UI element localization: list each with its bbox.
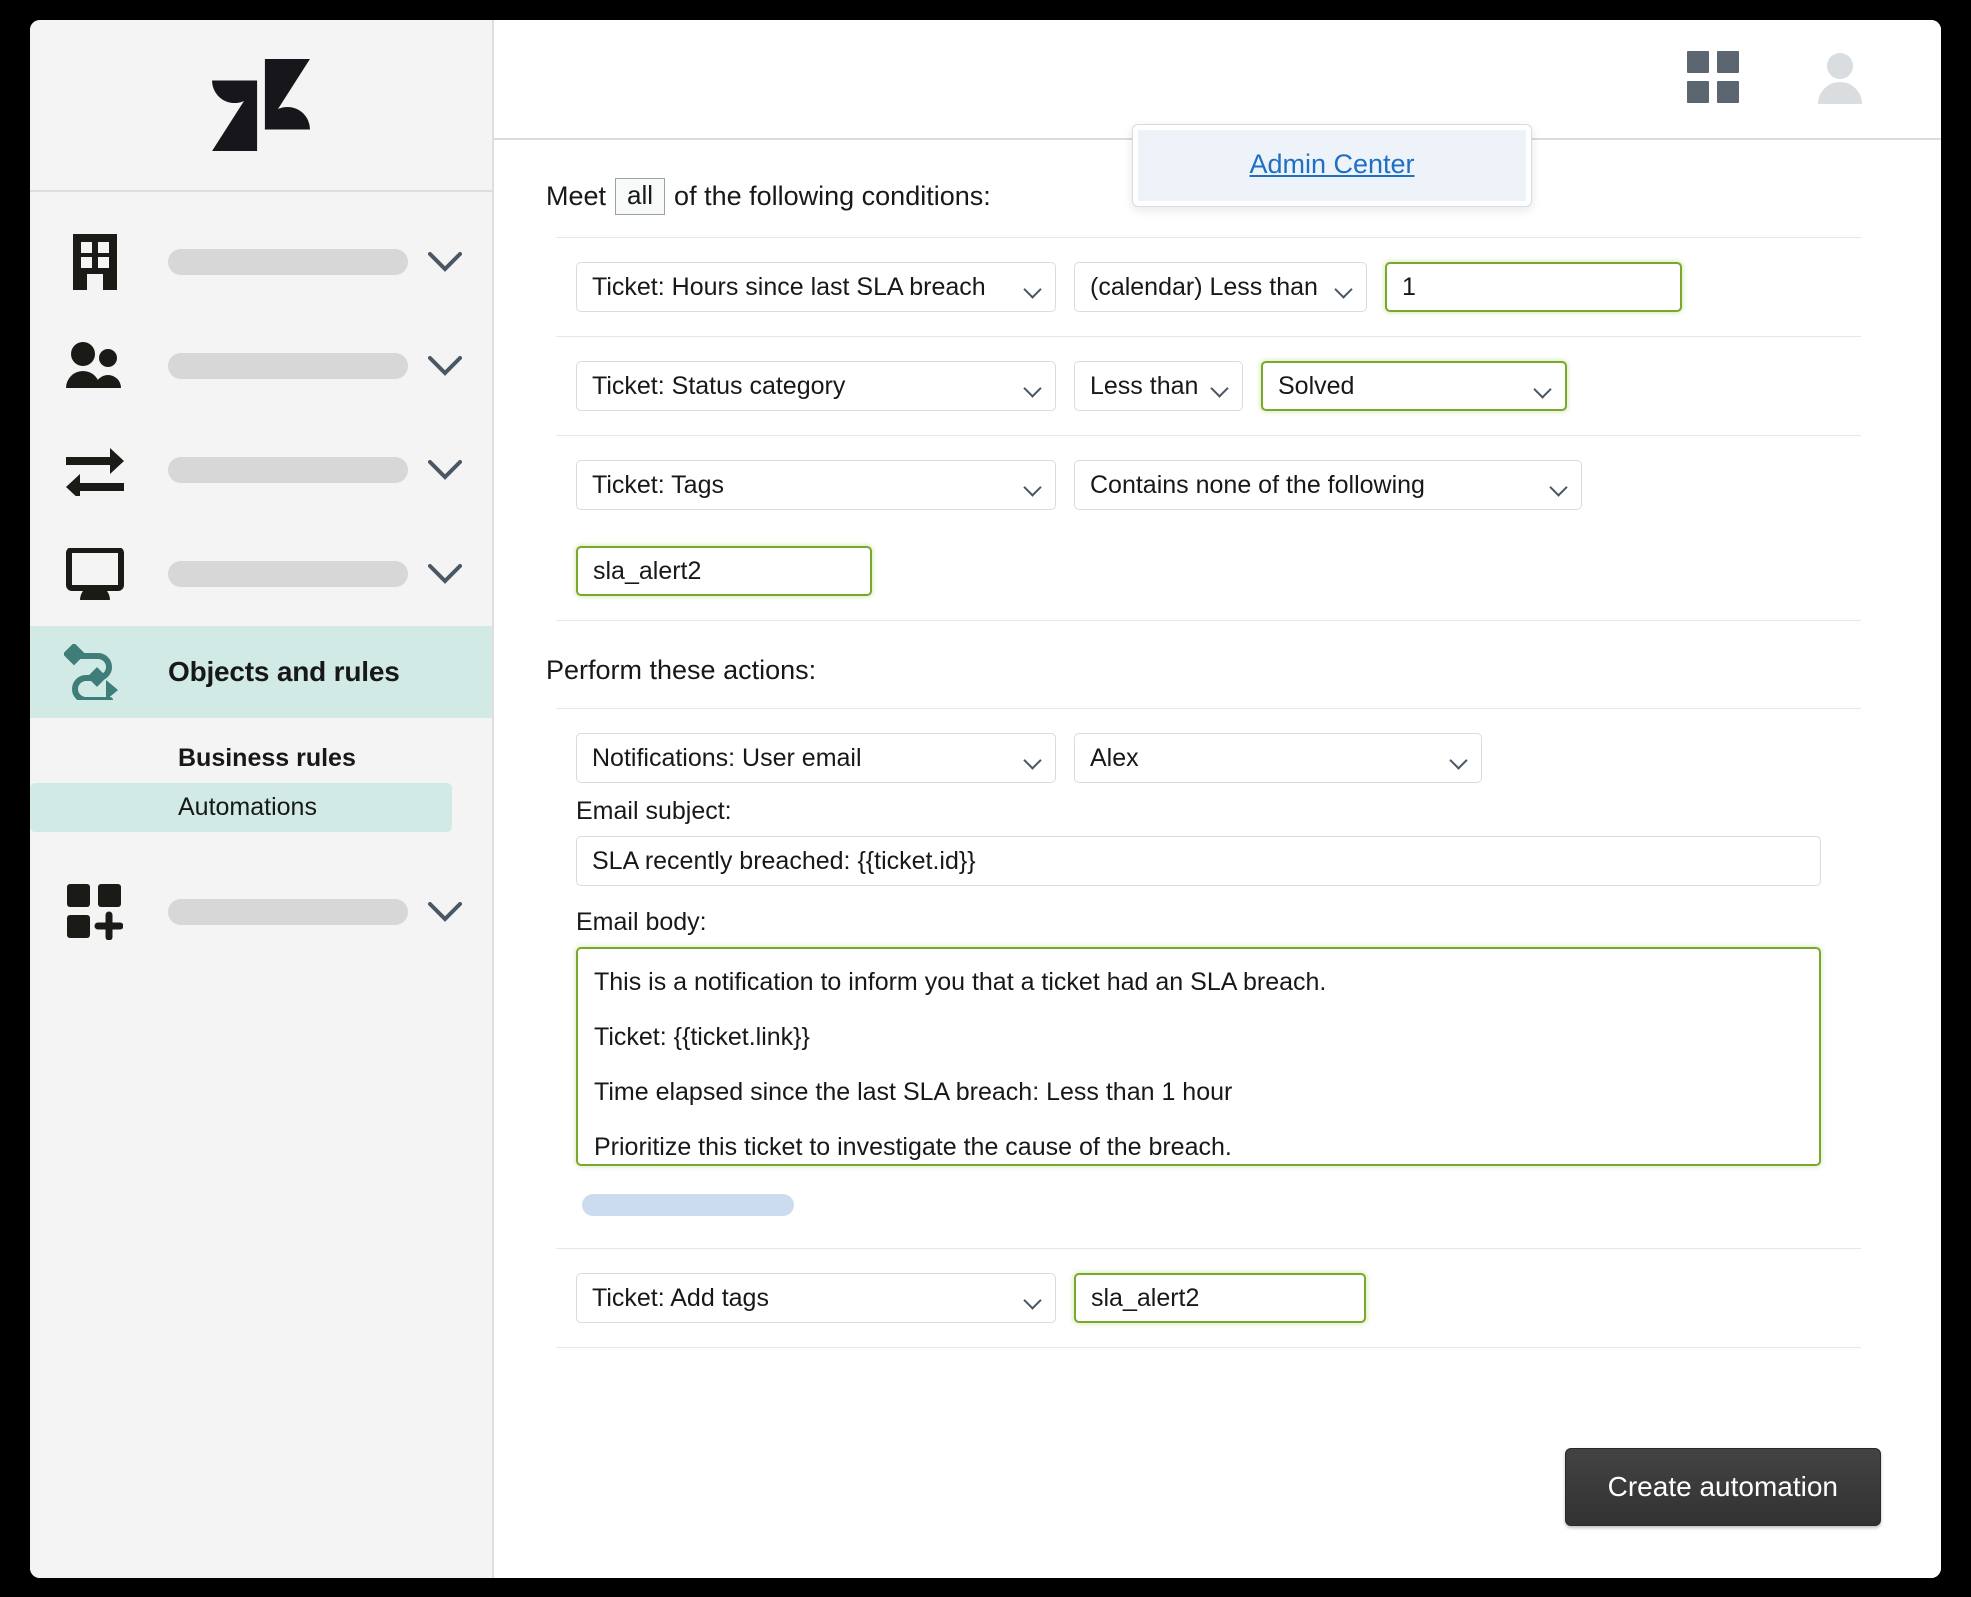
condition-field-select[interactable]: Ticket: Status category [576,361,1056,412]
automation-form: Meet all of the following conditions: Ti… [494,140,1941,1578]
action-row-add-tags: Ticket: Add tags sla_alert2 [546,1249,1881,1347]
user-avatar-icon[interactable] [1813,50,1867,109]
action-tag-input[interactable]: sla_alert2 [1074,1273,1366,1324]
sidebar-item-placeholder [168,457,408,483]
action-field-select[interactable]: Notifications: User email [576,733,1056,784]
condition-operator-select[interactable]: Less than [1074,361,1243,412]
email-body-line: This is a notification to inform you tha… [594,968,1327,997]
admin-center-dropdown: Admin Center [1132,124,1532,207]
create-automation-button[interactable]: Create automation [1564,1448,1881,1526]
top-bar [494,20,1941,140]
action-recipient-select[interactable]: Alex [1074,733,1482,784]
action-placeholder-pill [582,1194,794,1217]
action-row-notification: Notifications: User email Alex [546,709,1881,791]
sidebar-subitem-automations[interactable]: Automations [30,783,452,832]
admin-center-link[interactable]: Admin Center [1249,149,1414,179]
sidebar-subnav: Business rules Automations [30,718,492,832]
sidebar-item-placeholder [168,249,408,275]
admin-center-menu-item[interactable]: Admin Center [1138,130,1526,201]
email-body-label: Email body: [576,908,707,937]
logo-area [30,20,492,192]
sidebar: Objects and rules Business rules Automat… [30,20,494,1578]
email-body-line: Prioritize this ticket to investigate th… [594,1133,1232,1162]
grid-apps-icon[interactable] [1687,50,1739,108]
sidebar-item-objects-and-rules[interactable]: Objects and rules [30,626,492,718]
objects-rules-icon [62,641,128,703]
actions-heading-text: Perform these actions: [546,655,817,686]
sidebar-item-label: Objects and rules [168,656,400,687]
main-area: Admin Center Meet all of the following c… [494,20,1941,1578]
sidebar-subitem-business-rules[interactable]: Business rules [30,734,452,783]
chevron-down-icon[interactable] [422,564,468,584]
sidebar-item-placeholder [168,899,408,925]
monitor-icon [62,543,128,605]
condition-tag-input[interactable]: sla_alert2 [576,546,872,597]
chevron-down-icon[interactable] [422,460,468,480]
chevron-down-icon[interactable] [422,356,468,376]
match-type-select[interactable]: all [615,178,666,216]
email-body-textarea[interactable]: This is a notification to inform you tha… [576,947,1821,1167]
condition-operator-select[interactable]: Contains none of the following [1074,460,1582,511]
sidebar-item-4[interactable] [30,522,492,626]
condition-operator-select[interactable]: (calendar) Less than [1074,262,1367,313]
condition-field-select[interactable]: Ticket: Tags [576,460,1056,511]
people-icon [62,335,128,397]
sidebar-item-placeholder [168,561,408,587]
footer-actions: Create automation [1564,1448,1881,1526]
condition-row-3: Ticket: Tags Contains none of the follow… [546,436,1881,620]
conditions-heading-suffix: of the following conditions: [674,181,991,212]
email-subject-input[interactable]: SLA recently breached: {{ticket.id}} [576,836,1821,887]
sidebar-item-2[interactable] [30,314,492,418]
actions-heading: Perform these actions: [546,655,1881,686]
building-icon [62,231,128,293]
condition-row-1: Ticket: Hours since last SLA breach (cal… [546,238,1881,336]
email-subject-label: Email subject: [576,797,732,826]
chevron-down-icon[interactable] [422,902,468,922]
condition-row-2: Ticket: Status category Less than Solved [546,337,1881,435]
app-window: Objects and rules Business rules Automat… [30,20,1941,1578]
sidebar-item-apps[interactable] [30,860,492,964]
email-body-line: Time elapsed since the last SLA breach: … [594,1078,1233,1107]
divider [556,1347,1861,1349]
divider [556,620,1861,622]
conditions-heading-prefix: Meet [546,181,607,212]
condition-field-select[interactable]: Ticket: Hours since last SLA breach [576,262,1056,313]
action-field-select[interactable]: Ticket: Add tags [576,1273,1056,1324]
condition-value-select[interactable]: Solved [1261,361,1567,412]
sidebar-item-1[interactable] [30,210,492,314]
condition-value-input[interactable]: 1 [1385,262,1682,313]
transfer-arrows-icon [62,439,128,501]
apps-add-icon [62,881,128,943]
sidebar-item-placeholder [168,353,408,379]
email-body-line: Ticket: {{ticket.link}} [594,1023,810,1052]
sidebar-item-3[interactable] [30,418,492,522]
chevron-down-icon[interactable] [422,252,468,272]
sidebar-nav: Objects and rules Business rules Automat… [30,192,492,964]
zendesk-logo [212,59,310,151]
